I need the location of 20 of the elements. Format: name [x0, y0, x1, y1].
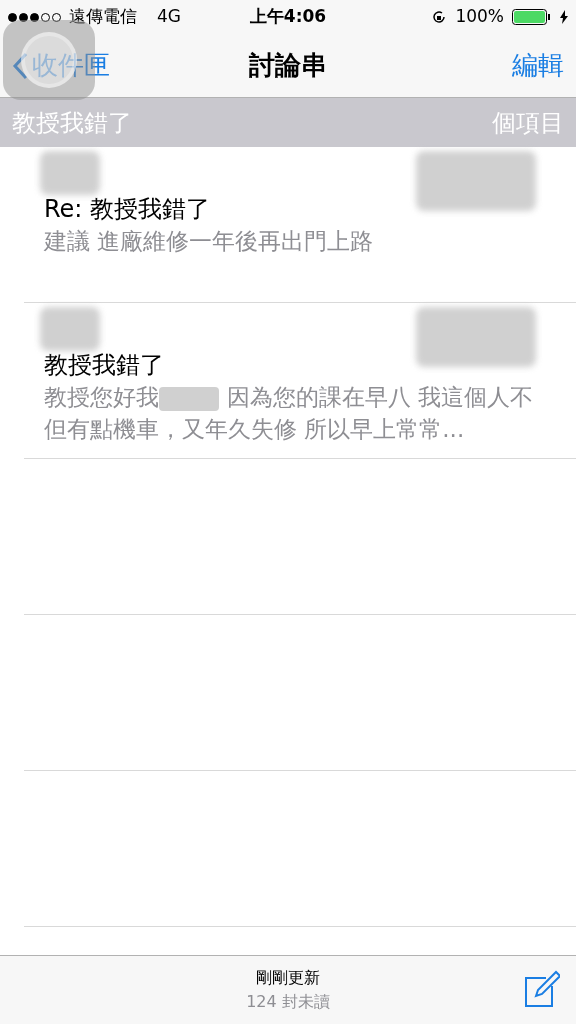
message-subject: Re: 教授我錯了	[44, 194, 212, 225]
chevron-left-icon	[12, 51, 28, 80]
message-preview: 建議 進廠維修一年後再出門上路	[44, 227, 375, 256]
clock: 上午4:06	[249, 5, 327, 29]
redaction-scribble	[40, 307, 100, 351]
edit-button[interactable]: 編輯	[404, 46, 564, 85]
compose-button[interactable]	[522, 970, 560, 1008]
carrier-name: 遠傳電信	[69, 5, 137, 29]
update-status: 剛剛更新	[256, 967, 320, 989]
message-subject: 教授我錯了	[44, 350, 165, 381]
network-type: 4G	[157, 5, 181, 29]
message-preview: 教授您好我 因為您的課在早八 我這個人不但有點機車，又年久失修 所以早上常常...	[44, 383, 535, 444]
redaction-scribble	[159, 386, 219, 411]
unread-count: 124 封未讀	[246, 991, 330, 1013]
battery-percent: 100%	[455, 5, 504, 29]
compose-icon	[522, 970, 560, 1008]
battery-icon	[512, 9, 552, 25]
nav-title: 討論串	[248, 49, 328, 82]
rotation-lock-icon	[431, 9, 448, 25]
redaction-scribble	[40, 151, 100, 195]
